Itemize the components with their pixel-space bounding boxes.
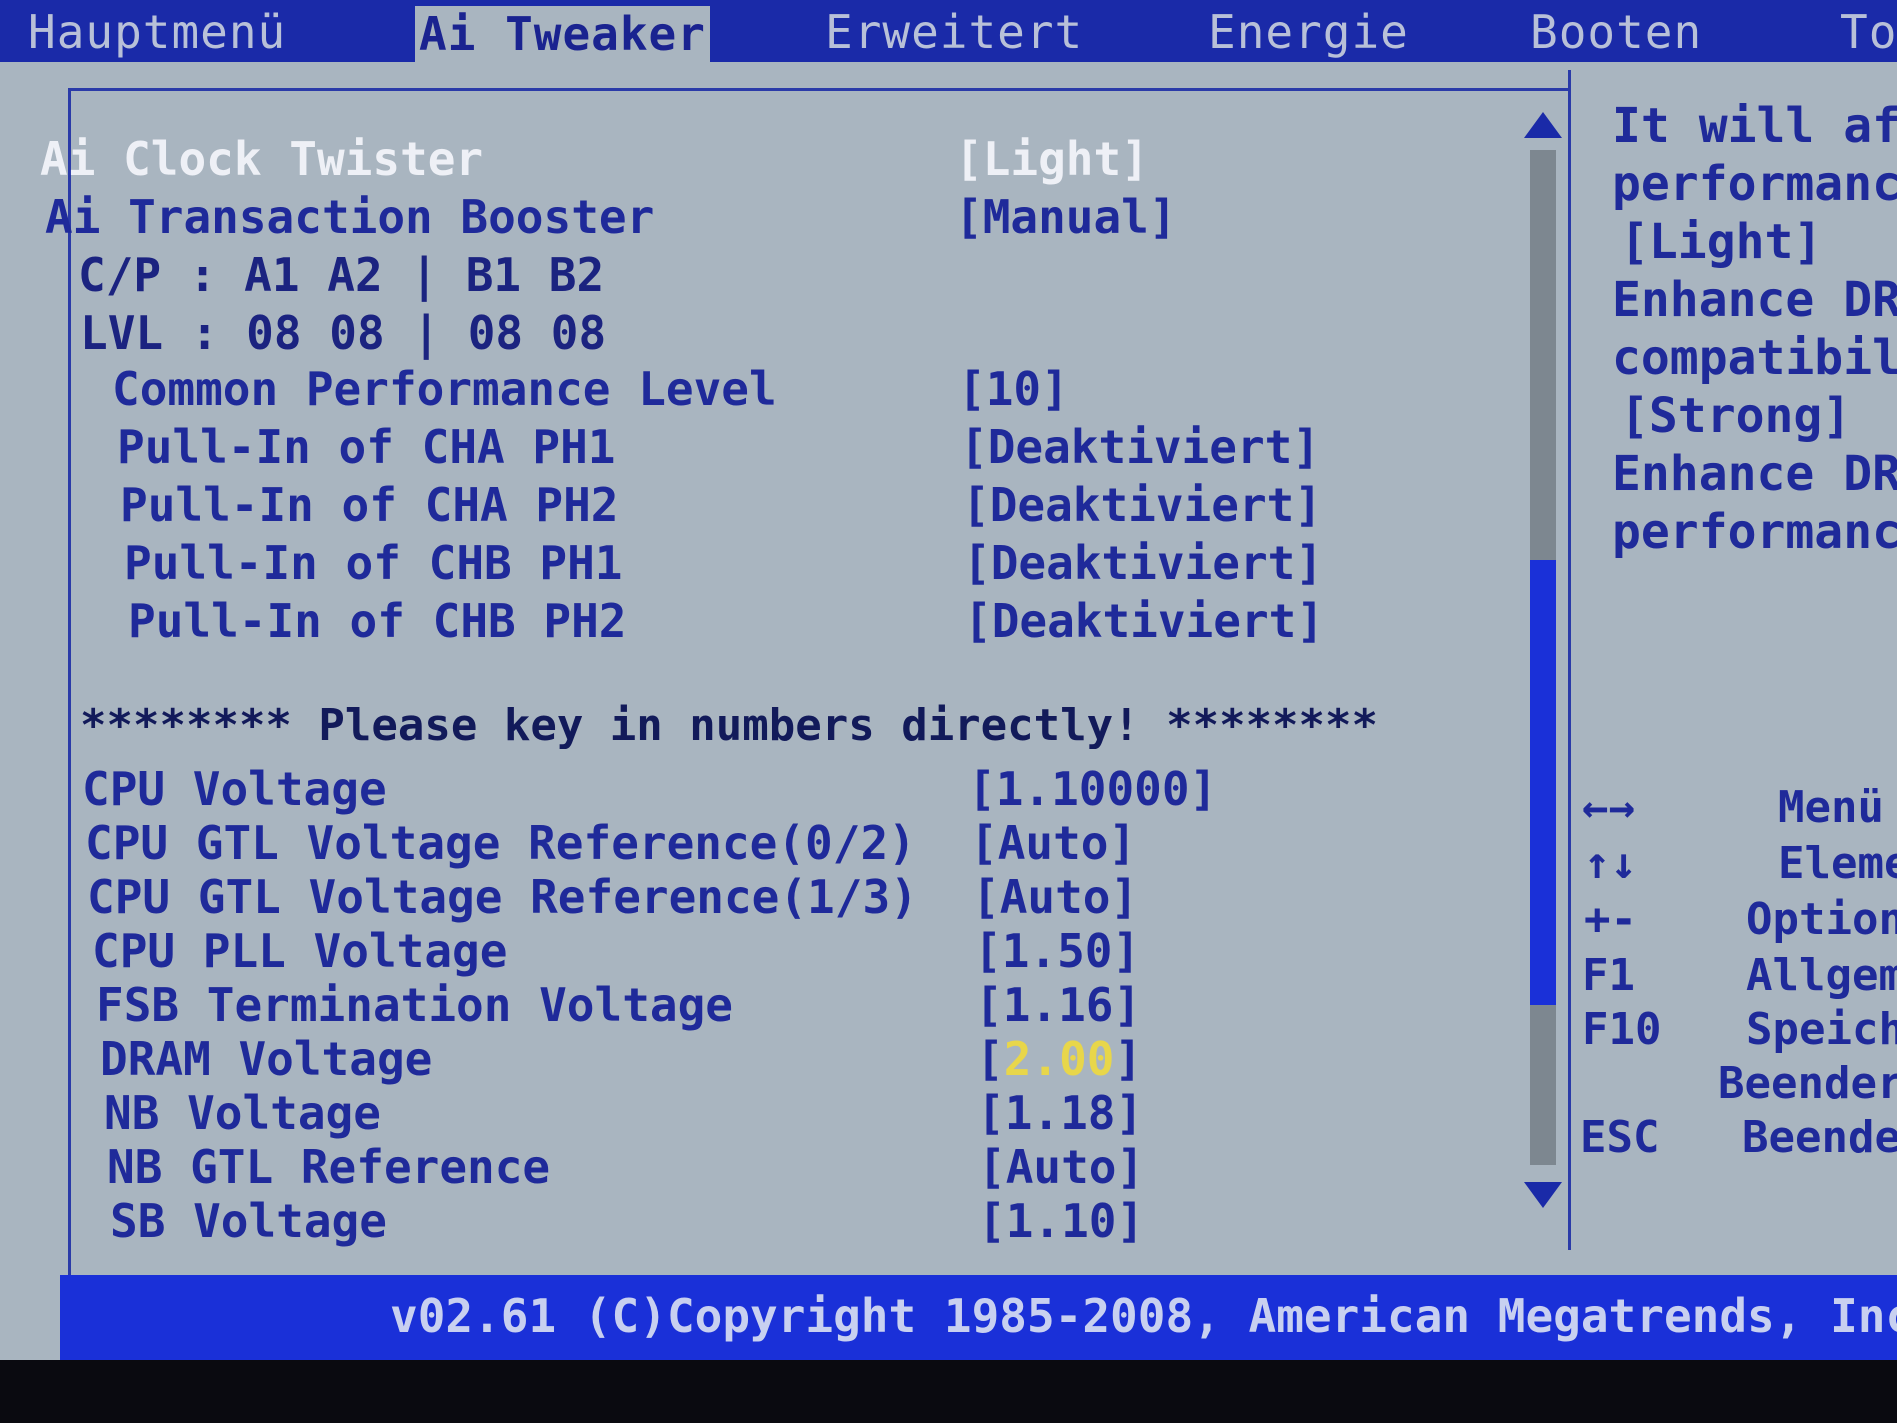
cp-info-text: C/P : A1 A2 | B1 B2 — [78, 248, 605, 302]
bios-screen: Hauptmenü Ai Tweaker Erweitert Energie B… — [0, 0, 1897, 1360]
scroll-down-arrow-icon[interactable] — [1524, 1182, 1562, 1208]
dram-voltage-input[interactable]: 2.00 — [1004, 1032, 1115, 1086]
setting-label: Pull-In of CHA PH2 — [120, 478, 619, 532]
setting-value: [Manual] — [955, 190, 1177, 244]
setting-value: [Auto] — [972, 870, 1139, 924]
setting-value: [1.10000] — [968, 762, 1218, 816]
key-name: F1 — [1582, 950, 1635, 1001]
up-down-arrow-icon: ↑↓ — [1584, 838, 1637, 889]
setting-label: Ai Transaction Booster — [45, 190, 655, 244]
setting-value: [Deaktiviert] — [960, 420, 1321, 474]
setting-label: Ai Clock Twister — [40, 132, 484, 186]
setting-value: [Light] — [955, 132, 1149, 186]
setting-value: [1.10] — [978, 1194, 1145, 1248]
plus-minus-icon: +- — [1584, 894, 1637, 945]
footer-bar: v02.61 (C)Copyright 1985-2008, American … — [60, 1275, 1897, 1360]
key-desc: Allgem — [1746, 950, 1897, 1001]
setting-value: [Auto] — [970, 816, 1137, 870]
key-desc: Beender — [1718, 1058, 1897, 1109]
help-line: performanc — [1612, 504, 1897, 560]
key-name: ESC — [1580, 1112, 1660, 1163]
setting-value: [1.50] — [974, 924, 1141, 978]
setting-label: SB Voltage — [110, 1194, 387, 1248]
tab-hauptmenu[interactable]: Hauptmenü — [28, 4, 286, 60]
bracket-close: ] — [1114, 1032, 1143, 1086]
setting-value: [Auto] — [978, 1140, 1145, 1194]
setting-label: NB GTL Reference — [107, 1140, 551, 1194]
setting-value: [1.16] — [975, 978, 1142, 1032]
copyright-text: v02.61 (C)Copyright 1985-2008, American … — [390, 1289, 1897, 1343]
setting-label: Pull-In of CHB PH2 — [128, 594, 627, 648]
setting-label: CPU GTL Voltage Reference(1/3) — [87, 870, 918, 924]
left-right-arrow-icon: ←→ — [1582, 782, 1635, 833]
setting-value-selected[interactable]: [2.00] — [976, 1032, 1142, 1086]
help-line: [Strong] — [1620, 388, 1852, 444]
setting-label: NB Voltage — [104, 1086, 381, 1140]
tab-booten[interactable]: Booten — [1530, 4, 1702, 60]
tab-erweitert[interactable]: Erweitert — [825, 4, 1083, 60]
help-line: Enhance DR — [1612, 272, 1897, 328]
key-desc: Eleme — [1778, 838, 1897, 889]
tab-tools[interactable]: To — [1840, 4, 1897, 60]
scrollbar-thumb[interactable] — [1530, 560, 1556, 1005]
tab-ai-tweaker[interactable]: Ai Tweaker — [415, 6, 710, 64]
tab-bar: Hauptmenü Ai Tweaker Erweitert Energie B… — [0, 0, 1897, 64]
key-desc: Menü — [1778, 782, 1884, 833]
bracket-open: [ — [976, 1032, 1004, 1086]
setting-label: Pull-In of CHA PH1 — [117, 420, 616, 474]
key-desc: Speich — [1746, 1004, 1897, 1055]
setting-label: CPU GTL Voltage Reference(0/2) — [85, 816, 916, 870]
key-name: F10 — [1582, 1004, 1662, 1055]
key-in-numbers-note: ******** Please key in numbers directly!… — [80, 700, 1379, 751]
help-line: compatibil — [1612, 330, 1897, 386]
setting-value: [10] — [958, 362, 1069, 416]
help-line: Enhance DR — [1612, 446, 1897, 502]
lvl-info-text: LVL : 08 08 | 08 08 — [80, 306, 607, 360]
setting-label: FSB Termination Voltage — [96, 978, 733, 1032]
setting-value: [Deaktiviert] — [962, 478, 1323, 532]
setting-label: Pull-In of CHB PH1 — [124, 536, 623, 590]
setting-label: DRAM Voltage — [100, 1032, 433, 1086]
setting-value: [Deaktiviert] — [964, 594, 1325, 648]
setting-value: [Deaktiviert] — [963, 536, 1324, 590]
key-desc: Option — [1746, 894, 1897, 945]
help-line: performanc — [1612, 156, 1897, 212]
help-line: It will af — [1612, 98, 1897, 154]
key-desc: Beende — [1742, 1112, 1897, 1163]
setting-label: CPU PLL Voltage — [92, 924, 508, 978]
help-line: [Light] — [1620, 214, 1823, 270]
scroll-up-arrow-icon[interactable] — [1524, 112, 1562, 138]
setting-value: [1.18] — [977, 1086, 1144, 1140]
setting-label: CPU Voltage — [82, 762, 387, 816]
tab-energie[interactable]: Energie — [1208, 4, 1409, 60]
setting-label: Common Performance Level — [112, 362, 777, 416]
